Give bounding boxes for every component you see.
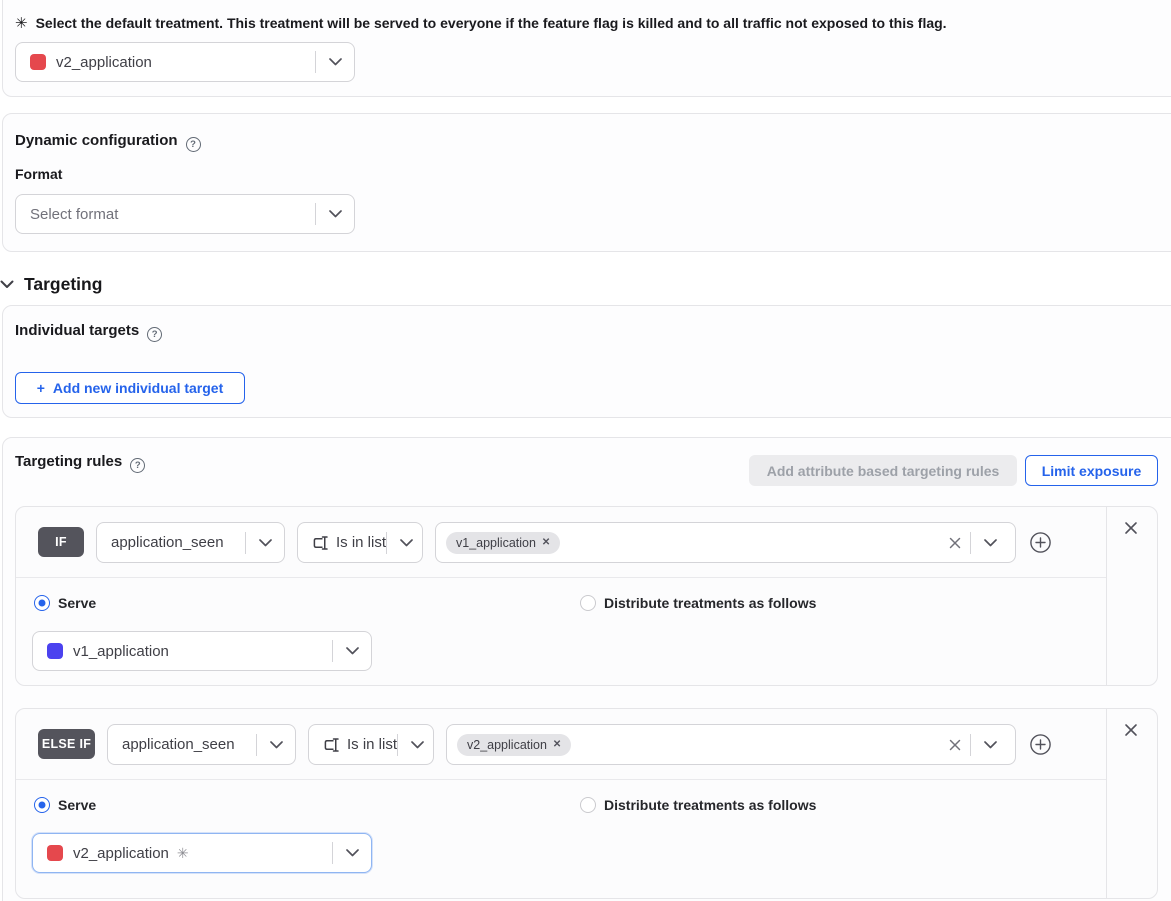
value-chip-label: v2_application (467, 738, 547, 752)
close-icon[interactable] (1123, 520, 1139, 536)
rule-values-input[interactable]: v1_application ✕ (435, 522, 1016, 563)
chevron-down-icon[interactable] (971, 539, 1009, 547)
default-treatment-description: Select the default treatment. This treat… (36, 15, 947, 31)
distribute-label: Distribute treatments as follows (604, 797, 816, 813)
serve-treatment-value: v1_application (73, 643, 169, 660)
rule-attribute-select[interactable]: application_seen (107, 724, 296, 765)
rule-matcher-select[interactable]: Is in list (308, 724, 434, 765)
help-icon[interactable]: ? (130, 458, 145, 473)
dynamic-configuration-section: Dynamic configuration? Format Select for… (2, 113, 1171, 252)
chevron-down-icon[interactable] (333, 849, 371, 857)
value-chip[interactable]: v1_application ✕ (446, 532, 560, 554)
add-attribute-rules-button[interactable]: Add attribute based targeting rules (749, 455, 1017, 486)
serve-treatment-value: v2_application (73, 845, 169, 862)
limit-exposure-button[interactable]: Limit exposure (1025, 455, 1158, 486)
format-select[interactable]: Select format (15, 194, 355, 234)
serve-option[interactable]: Serve (34, 797, 96, 813)
add-individual-target-label: Add new individual target (53, 380, 223, 396)
targeting-rules-title-text: Targeting rules (15, 453, 122, 470)
rule-attribute-value: application_seen (122, 736, 235, 753)
divider (16, 577, 1107, 578)
chevron-down-icon[interactable] (257, 741, 295, 749)
rule-attribute-select[interactable]: application_seen (96, 522, 285, 563)
default-treatment-description-row: ✳ Select the default treatment. This tre… (15, 14, 947, 32)
chevron-down-icon[interactable] (387, 539, 425, 547)
serve-radio[interactable] (34, 797, 50, 813)
rule-matcher-value: Is in list (347, 736, 397, 753)
targeting-rules-section: Targeting rules? Add attribute based tar… (2, 437, 1171, 901)
plus-icon: + (37, 380, 45, 396)
targeting-title: Targeting (24, 274, 102, 295)
chevron-down-icon[interactable] (971, 741, 1009, 749)
chip-remove-icon[interactable]: ✕ (553, 739, 561, 750)
default-star-icon: ✳ (177, 845, 189, 862)
rule-values-input[interactable]: v2_application ✕ (446, 724, 1016, 765)
else-if-badge: ELSE IF (38, 729, 95, 759)
value-chip[interactable]: v2_application ✕ (457, 734, 571, 756)
rule-matcher-select[interactable]: Is in list (297, 522, 423, 563)
distribute-radio[interactable] (580, 797, 596, 813)
string-type-icon (323, 738, 340, 752)
page: ✳ Select the default treatment. This tre… (0, 0, 1171, 901)
serve-label: Serve (58, 797, 96, 813)
add-individual-target-button[interactable]: + Add new individual target (15, 372, 245, 404)
divider (16, 779, 1107, 780)
clear-icon[interactable] (940, 536, 970, 550)
rule-close-column (1106, 507, 1157, 685)
individual-targets-title: Individual targets? (15, 322, 162, 342)
default-treatment-value: v2_application (56, 54, 152, 71)
distribute-option[interactable]: Distribute treatments as follows (580, 595, 816, 611)
treatment-color-swatch (47, 643, 63, 659)
serve-treatment-select[interactable]: v2_application ✳ (32, 833, 372, 873)
clear-icon[interactable] (940, 738, 970, 752)
distribute-label: Distribute treatments as follows (604, 595, 816, 611)
individual-targets-section: Individual targets? + Add new individual… (2, 305, 1171, 418)
distribute-option[interactable]: Distribute treatments as follows (580, 797, 816, 813)
plus-circle-icon[interactable] (1029, 531, 1052, 554)
chevron-down-icon[interactable] (333, 647, 371, 655)
chevron-down-icon[interactable] (398, 741, 436, 749)
plus-circle-icon[interactable] (1029, 733, 1052, 756)
dynamic-configuration-title: Dynamic configuration? (15, 132, 201, 152)
dropdown-controls (315, 43, 354, 81)
rule-close-column (1106, 709, 1157, 898)
targeting-rule-card: IF application_seen Is in list v1_applic… (15, 506, 1158, 686)
targeting-rules-title: Targeting rules? (15, 453, 145, 473)
help-icon[interactable]: ? (186, 137, 201, 152)
string-type-icon (312, 536, 329, 550)
help-icon[interactable]: ? (147, 327, 162, 342)
collapse-chevron-icon[interactable] (0, 280, 14, 289)
targeting-section-header[interactable]: Targeting (0, 274, 102, 295)
format-label: Format (15, 166, 62, 182)
format-placeholder: Select format (30, 206, 118, 223)
serve-option[interactable]: Serve (34, 595, 96, 611)
targeting-rule-card: ELSE IF application_seen Is in list v2_a… (15, 708, 1158, 899)
close-icon[interactable] (1123, 722, 1139, 738)
if-badge: IF (38, 527, 84, 557)
chevron-down-icon[interactable] (246, 539, 284, 547)
serve-label: Serve (58, 595, 96, 611)
default-treatment-select[interactable]: v2_application (15, 42, 355, 82)
serve-treatment-select[interactable]: v1_application (32, 631, 372, 671)
value-chip-label: v1_application (456, 536, 536, 550)
treatment-color-swatch (47, 845, 63, 861)
chevron-down-icon[interactable] (316, 210, 354, 218)
rule-attribute-value: application_seen (111, 534, 224, 551)
chip-remove-icon[interactable]: ✕ (542, 537, 550, 548)
treatment-color-swatch (30, 54, 46, 70)
default-treatment-section: ✳ Select the default treatment. This tre… (2, 0, 1171, 97)
chevron-down-icon[interactable] (316, 58, 354, 66)
dynamic-configuration-title-text: Dynamic configuration (15, 132, 178, 149)
default-star-icon: ✳ (15, 14, 28, 32)
rule-matcher-value: Is in list (336, 534, 386, 551)
individual-targets-title-text: Individual targets (15, 322, 139, 339)
distribute-radio[interactable] (580, 595, 596, 611)
dropdown-controls (315, 195, 354, 233)
serve-radio[interactable] (34, 595, 50, 611)
